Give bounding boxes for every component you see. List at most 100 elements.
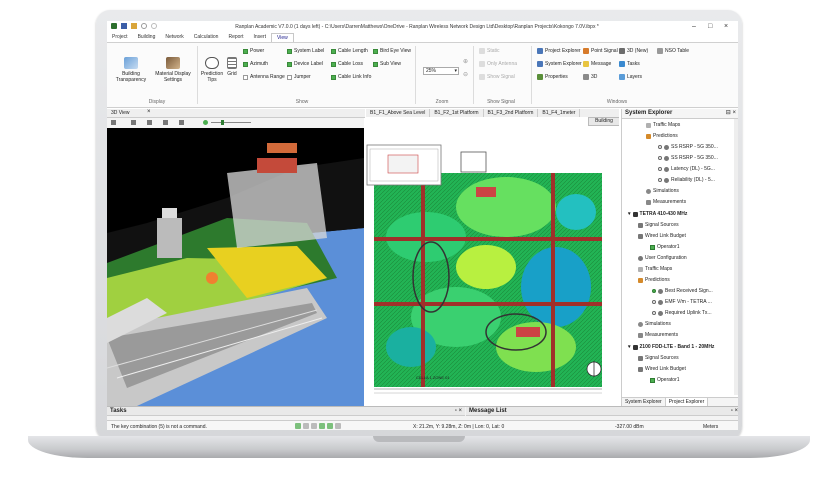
project-explorer-button[interactable]: Project Explorer: [537, 48, 581, 54]
tree-item-operator[interactable]: Operator1: [650, 377, 680, 383]
pin-icon[interactable]: ⊟ ×: [726, 109, 738, 118]
layers-button[interactable]: Layers: [619, 74, 642, 80]
sub-view-checkbox[interactable]: Sub View: [373, 61, 401, 67]
tree-item-system-tetra[interactable]: ▾ TETRA 410-430 MHz: [628, 211, 687, 217]
close-icon[interactable]: ×: [724, 23, 728, 30]
building-transparency-button[interactable]: Building Transparency: [111, 57, 151, 83]
tree-item-operator[interactable]: Operator1: [650, 244, 680, 250]
align-icon[interactable]: [335, 423, 341, 429]
tree-item-wired-link-budget[interactable]: Wired Link Budget: [638, 366, 686, 372]
nso-table-button[interactable]: NSO Table: [657, 48, 689, 54]
pane-controls-icon[interactable]: ▫ ×: [731, 407, 738, 415]
power-checkbox[interactable]: Power: [243, 48, 264, 54]
close-icon[interactable]: ×: [147, 109, 151, 115]
building-label[interactable]: Building: [588, 117, 619, 126]
floor-plan-canvas[interactable]: Building CELLA 1 ZONE 01: [366, 117, 619, 406]
filter-icon[interactable]: [179, 120, 184, 125]
cable-loss-label: Cable Loss: [338, 61, 364, 67]
tasks-button[interactable]: Tasks: [619, 61, 640, 67]
3d-view-tab[interactable]: 3D View: [111, 110, 130, 116]
tree-item-predictions[interactable]: Predictions: [646, 133, 678, 139]
tree-item-prediction[interactable]: SS RSRP - 5G 350...: [658, 155, 718, 161]
tab-report[interactable]: Report: [223, 33, 248, 42]
tree-item-prediction[interactable]: EMF V/m - TETRA ...: [652, 299, 712, 305]
signal-source-icon: [638, 355, 643, 361]
camera-icon[interactable]: [131, 120, 136, 125]
ortho-icon[interactable]: [303, 423, 309, 429]
light-icon[interactable]: [203, 120, 208, 125]
tree-item-measurements[interactable]: Measurements: [646, 199, 686, 205]
zoom-in-icon[interactable]: ⊕: [463, 58, 468, 65]
tree-item-user-configuration[interactable]: User Configuration: [638, 255, 687, 261]
tree-item-predictions[interactable]: Predictions: [638, 277, 670, 283]
jumper-checkbox[interactable]: Jumper: [287, 74, 311, 80]
static-button[interactable]: Static: [479, 48, 500, 54]
minimize-icon[interactable]: –: [692, 23, 696, 30]
grid-snap-icon[interactable]: [311, 423, 317, 429]
view-mode-icon[interactable]: [111, 120, 116, 125]
measure-icon[interactable]: [327, 423, 333, 429]
zoom-select[interactable]: 25% ▾: [423, 67, 459, 75]
antenna-range-checkbox[interactable]: Antenna Range: [243, 74, 285, 80]
tab-building[interactable]: Building: [133, 33, 161, 42]
tab-network[interactable]: Network: [160, 33, 188, 42]
slider-track[interactable]: [211, 122, 251, 123]
system-label-checkbox[interactable]: System Label: [287, 48, 324, 54]
tab-project[interactable]: Project: [107, 33, 133, 42]
material-display-button[interactable]: Material Display Settings: [153, 57, 193, 83]
undo-icon[interactable]: [141, 23, 147, 29]
zoom-out-icon[interactable]: ⊖: [463, 71, 468, 78]
tree-item-prediction[interactable]: Latency (DL) - 5G...: [658, 166, 715, 172]
redo-icon[interactable]: [151, 23, 157, 29]
tree-item-measurements[interactable]: Measurements: [638, 332, 678, 338]
grid-button[interactable]: Grid: [225, 57, 239, 77]
show-signal-button[interactable]: Show Signal: [479, 74, 515, 80]
tree-item-simulations[interactable]: Simulations: [646, 188, 679, 194]
cable-loss-checkbox[interactable]: Cable Loss: [331, 61, 363, 67]
slider-thumb[interactable]: [221, 120, 224, 125]
3d-view-canvas[interactable]: [107, 128, 364, 406]
tree-item-simulations[interactable]: Simulations: [638, 321, 671, 327]
tree-item-prediction[interactable]: Best Received Sign...: [652, 288, 713, 294]
bird-eye-view-checkbox[interactable]: Bird Eye View: [373, 48, 411, 54]
angle-icon[interactable]: [319, 423, 325, 429]
tab-floor-b1-f3[interactable]: B1_F3_2nd Platform: [484, 109, 539, 117]
system-explorer-button[interactable]: System Explorer: [537, 61, 582, 67]
snap-icon[interactable]: [295, 423, 301, 429]
tree-item-traffic-maps[interactable]: Traffic Maps: [638, 266, 672, 272]
cable-link-info-checkbox[interactable]: Cable Link Info: [331, 74, 371, 80]
properties-button[interactable]: Properties: [537, 74, 568, 80]
tree-label: Measurements: [645, 332, 679, 338]
tree-item-signal-sources[interactable]: Signal Sources: [638, 355, 679, 361]
tab-floor-b1-f1[interactable]: B1_F1_Above Sea Level: [366, 109, 431, 117]
tree-item-signal-sources[interactable]: Signal Sources: [638, 222, 679, 228]
tab-insert[interactable]: Insert: [248, 33, 271, 42]
prediction-tips-button[interactable]: Prediction Tips: [200, 57, 224, 83]
3d-button[interactable]: 3D: [583, 74, 597, 80]
save-icon[interactable]: [121, 23, 127, 29]
tab-calculation[interactable]: Calculation: [189, 33, 224, 42]
azimuth-checkbox[interactable]: Azimuth: [243, 61, 268, 67]
rotate-icon[interactable]: [147, 120, 152, 125]
tree-item-system-lte[interactable]: ▾ 2100 FDD-LTE - Band 1 - 20MHz: [628, 344, 714, 350]
message-pane-title: Message List ▫ ×: [466, 407, 738, 416]
tree-item-prediction[interactable]: SS RSRP - 5G 350...: [658, 144, 718, 150]
tab-floor-b1-f4[interactable]: B1_F4_1meter: [538, 109, 581, 117]
maximize-icon[interactable]: □: [708, 23, 712, 30]
pane-controls-icon[interactable]: ▫ ×: [455, 407, 465, 415]
cable-length-checkbox[interactable]: Cable Length: [331, 48, 368, 54]
explorer-scrollbar[interactable]: [734, 119, 738, 395]
settings-icon[interactable]: [163, 120, 168, 125]
tab-view[interactable]: View: [270, 33, 294, 42]
point-signal-button[interactable]: Point Signal: [583, 48, 618, 54]
tree-item-prediction[interactable]: Required Uplink Tx...: [652, 310, 712, 316]
only-antenna-button[interactable]: Only Antenna: [479, 61, 517, 67]
message-button[interactable]: Message: [583, 61, 611, 67]
tree-item-traffic-maps[interactable]: Traffic Maps: [646, 122, 680, 128]
tab-floor-b1-f2[interactable]: B1_F2_1st Platform: [430, 109, 484, 117]
open-icon[interactable]: [131, 23, 137, 29]
tree-item-wired-link-budget[interactable]: Wired Link Budget: [638, 233, 686, 239]
tree-item-prediction[interactable]: Reliability (DL) - 5...: [658, 177, 715, 183]
device-label-checkbox[interactable]: Device Label: [287, 61, 323, 67]
3d-new-button[interactable]: 3D (New): [619, 48, 648, 54]
